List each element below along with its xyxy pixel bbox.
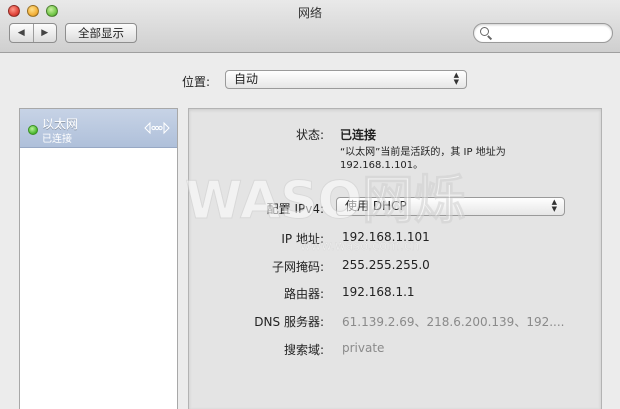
search-domains-label: 搜索域: <box>283 343 324 357</box>
status-value: 已连接 <box>340 128 377 142</box>
service-list: 以太网 已连接 <box>19 108 178 409</box>
updown-arrows-icon: ▲ ▼ <box>551 198 557 213</box>
dns-server-value: 61.139.2.69、218.6.200.139、192.... <box>342 315 565 329</box>
dns-server-label: DNS 服务器: <box>254 315 324 329</box>
back-button[interactable]: ◀ <box>10 24 34 42</box>
back-forward-control: ◀ ▶ <box>9 23 57 43</box>
subnet-mask-value: 255.255.255.0 <box>342 258 430 272</box>
search-input[interactable] <box>494 26 608 42</box>
service-item-ethernet[interactable]: 以太网 已连接 <box>20 109 177 148</box>
location-popup[interactable]: 自动 ▲ ▼ <box>225 70 467 89</box>
window-titlebar: 网络 ◀ ▶ 全部显示 <box>0 0 620 53</box>
show-all-button[interactable]: 全部显示 <box>65 23 137 43</box>
location-value: 自动 <box>234 72 259 86</box>
router-value: 192.168.1.1 <box>342 285 415 299</box>
ethernet-icon <box>144 121 170 135</box>
service-status: 已连接 <box>42 134 72 145</box>
configure-ipv4-value: 使用 DHCP <box>345 199 407 213</box>
location-label: 位置: <box>182 75 211 89</box>
configure-ipv4-label: 配置 IPv4: <box>266 202 324 216</box>
forward-button[interactable]: ▶ <box>34 24 57 42</box>
ip-address-label: IP 地址: <box>281 232 324 246</box>
configure-ipv4-popup[interactable]: 使用 DHCP ▲ ▼ <box>336 197 565 216</box>
search-field[interactable] <box>473 23 613 43</box>
subnet-mask-label: 子网掩码: <box>271 260 324 274</box>
status-dot-icon <box>28 125 38 135</box>
search-icon <box>480 27 489 36</box>
window-title: 网络 <box>297 6 322 20</box>
ip-address-value: 192.168.1.101 <box>342 230 430 244</box>
search-domains-value: private <box>342 341 385 355</box>
status-note: “以太网”当前是活跃的，其 IP 地址为 192.168.1.101。 <box>340 147 506 171</box>
updown-arrows-icon: ▲ ▼ <box>453 71 459 86</box>
router-label: 路由器: <box>283 287 324 301</box>
status-label: 状态: <box>295 128 324 142</box>
